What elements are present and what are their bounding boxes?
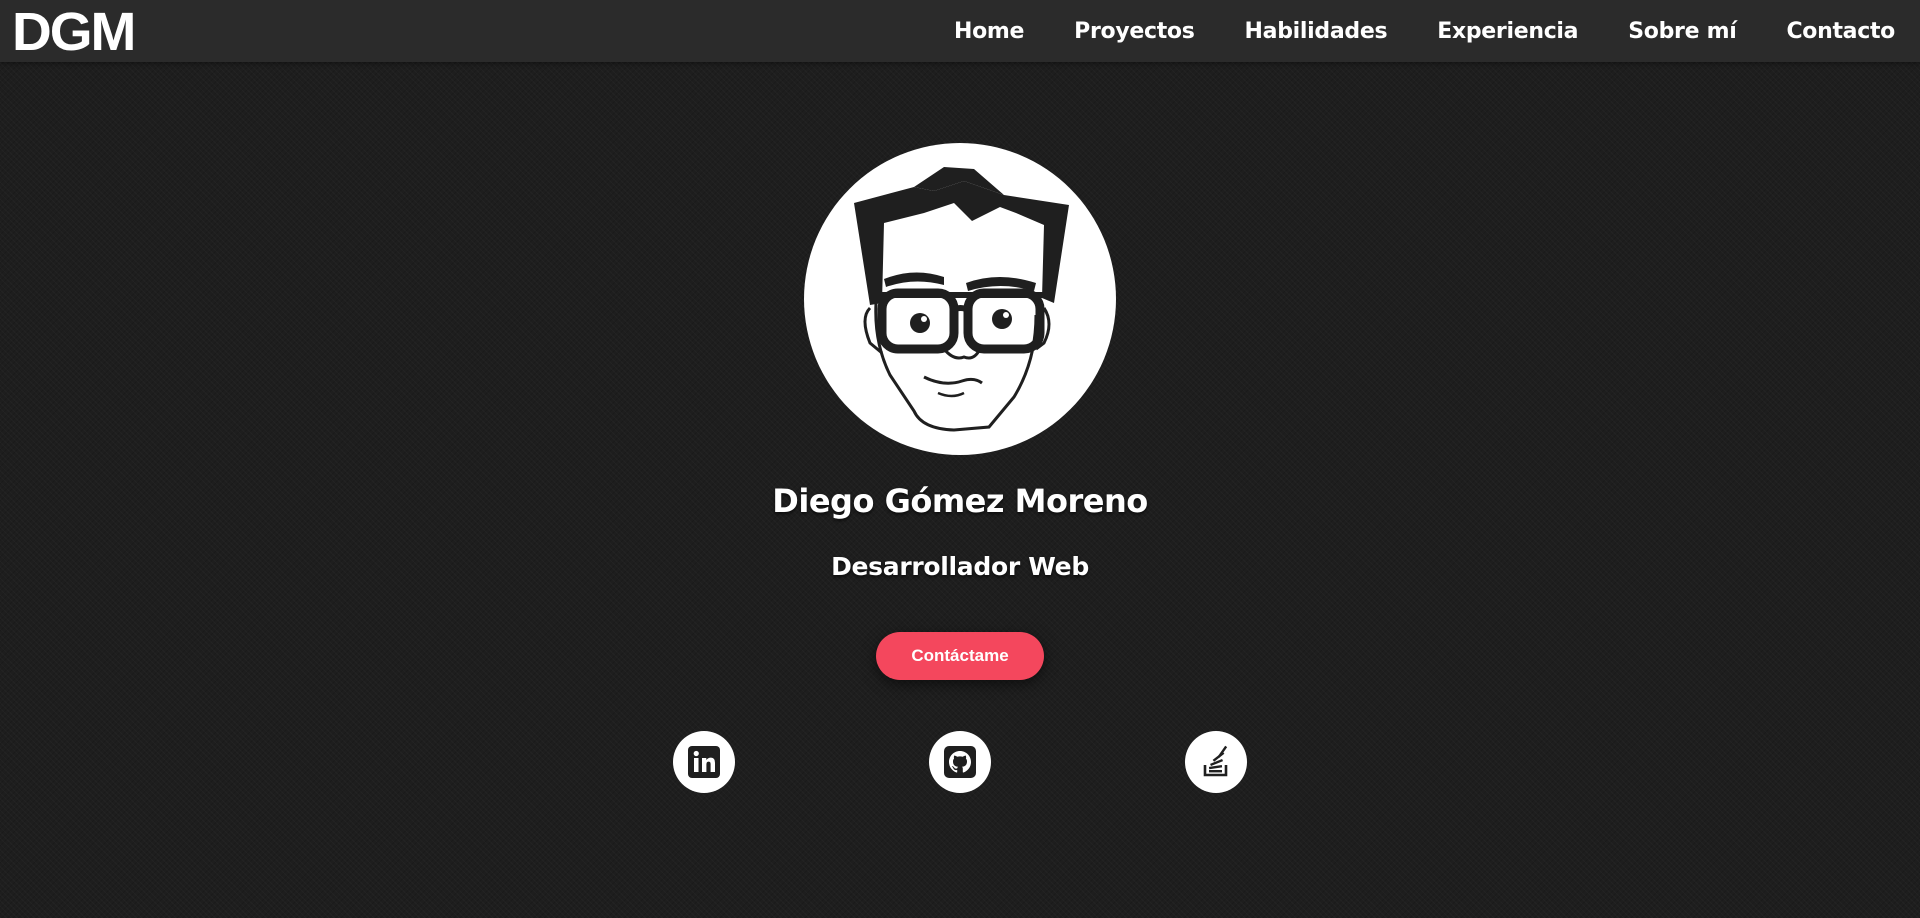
stackoverflow-icon bbox=[1203, 745, 1228, 777]
social-link-github[interactable] bbox=[929, 731, 991, 793]
github-icon bbox=[944, 746, 976, 778]
cartoon-face-with-glasses-icon bbox=[854, 167, 1069, 432]
social-link-linkedin[interactable] bbox=[673, 731, 735, 793]
avatar bbox=[804, 143, 1116, 455]
contact-button[interactable]: Contáctame bbox=[876, 632, 1044, 680]
person-name: Diego Gómez Moreno bbox=[772, 482, 1148, 520]
hero-section: Diego Gómez Moreno Desarrollador Web Con… bbox=[0, 0, 1920, 918]
person-role: Desarrollador Web bbox=[831, 552, 1089, 581]
social-link-stackoverflow[interactable] bbox=[1185, 731, 1247, 793]
linkedin-icon bbox=[688, 746, 720, 778]
